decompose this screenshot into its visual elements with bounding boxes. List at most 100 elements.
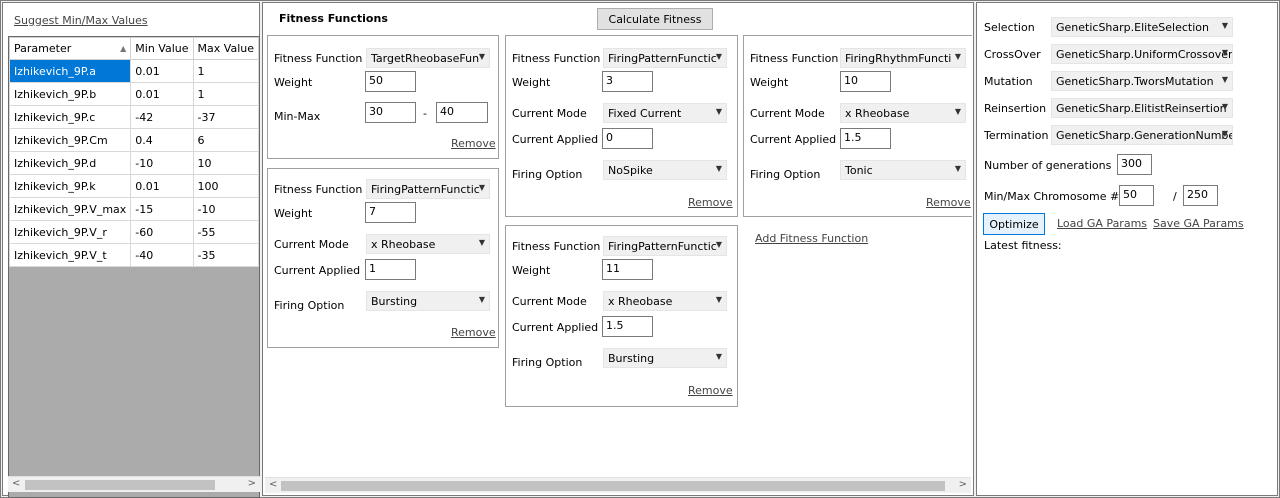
current-applied-input[interactable]: 0 [602, 128, 653, 149]
fitness-function-card-4: Fitness Function FiringPatternFunctic ▼ W… [505, 225, 738, 407]
current-applied-input[interactable]: 1 [365, 259, 416, 280]
current-applied-input[interactable]: 1.5 [840, 128, 891, 149]
fitness-function-value: FiringPatternFunctic [608, 240, 717, 253]
table-cell[interactable]: -35 [192, 243, 259, 267]
table-cell[interactable]: Izhikevich_9P.V_r [9, 220, 132, 244]
scroll-right-icon[interactable]: > [959, 479, 967, 490]
suggest-min-max-link[interactable]: Suggest Min/Max Values [14, 14, 148, 27]
table-cell[interactable]: -55 [192, 220, 259, 244]
table-cell[interactable]: -42 [130, 105, 194, 129]
table-row[interactable]: Izhikevich_9P.Cm 0.4 6 [9, 128, 259, 152]
table-cell[interactable]: 0.01 [130, 174, 194, 198]
table-cell[interactable]: Izhikevich_9P.V_t [9, 243, 132, 267]
optimize-button[interactable]: Optimize [983, 213, 1045, 235]
scrollbar-thumb[interactable] [281, 481, 945, 491]
firing-option-select[interactable]: Bursting ▼ [366, 291, 490, 311]
min-input[interactable]: 30 [365, 102, 416, 123]
column-header-parameter[interactable]: Parameter ▲ [9, 37, 132, 60]
scroll-right-icon[interactable]: > [248, 478, 256, 489]
calculate-fitness-button[interactable]: Calculate Fitness [597, 8, 713, 30]
remove-link[interactable]: Remove [451, 137, 496, 150]
add-fitness-function-link[interactable]: Add Fitness Function [755, 232, 868, 245]
table-row[interactable]: Izhikevich_9P.V_t -40 -35 [9, 243, 259, 267]
remove-link[interactable]: Remove [451, 326, 496, 339]
termination-select[interactable]: GeneticSharp.GenerationNumbe ▼ [1051, 125, 1233, 145]
parameter-grid[interactable]: Parameter ▲ Min Value Max Value Izhikevic… [8, 36, 260, 498]
table-cell[interactable]: -60 [130, 220, 194, 244]
grid-horizontal-scrollbar[interactable]: < > [8, 476, 260, 492]
table-row[interactable]: Izhikevich_9P.b 0.01 1 [9, 82, 259, 106]
column-header-min[interactable]: Min Value [130, 37, 194, 60]
firing-option-select[interactable]: Tonic ▼ [840, 160, 966, 180]
generations-label: Number of generations [984, 159, 1112, 172]
mutation-select[interactable]: GeneticSharp.TworsMutation ▼ [1051, 71, 1233, 91]
table-cell[interactable]: -10 [192, 197, 259, 221]
dropdown-arrow-icon: ▼ [1221, 48, 1228, 57]
scrollbar-thumb[interactable] [25, 480, 215, 490]
scroll-left-icon[interactable]: < [269, 479, 277, 490]
table-cell[interactable]: Izhikevich_9P.k [9, 174, 132, 198]
fitness-function-select[interactable]: TargetRheobaseFun ▼ [366, 48, 490, 68]
save-ga-params-link[interactable]: Save GA Params [1153, 217, 1244, 230]
chromosome-max-input[interactable]: 250 [1183, 185, 1218, 206]
table-cell[interactable]: 0.01 [130, 59, 194, 83]
firing-option-value: Bursting [608, 352, 655, 365]
table-row[interactable]: Izhikevich_9P.c -42 -37 [9, 105, 259, 129]
chromosome-min-input[interactable]: 50 [1119, 185, 1154, 206]
table-cell[interactable]: -10 [130, 151, 194, 175]
table-row[interactable]: Izhikevich_9P.k 0.01 100 [9, 174, 259, 198]
dropdown-arrow-icon: ▼ [715, 240, 722, 249]
current-mode-select[interactable]: x Rheobase ▼ [840, 103, 966, 123]
current-mode-select[interactable]: Fixed Current ▼ [603, 103, 727, 123]
selection-select[interactable]: GeneticSharp.EliteSelection ▼ [1051, 17, 1233, 37]
fitness-function-select[interactable]: FiringPatternFunctic ▼ [603, 236, 727, 256]
weight-input[interactable]: 3 [602, 71, 653, 92]
firing-option-select[interactable]: Bursting ▼ [603, 348, 727, 368]
fitness-function-select[interactable]: FiringPatternFunctic ▼ [603, 48, 727, 68]
table-cell[interactable]: Izhikevich_9P.d [9, 151, 132, 175]
max-input[interactable]: 40 [436, 102, 488, 123]
table-cell[interactable]: 100 [192, 174, 259, 198]
table-row[interactable]: Izhikevich_9P.d -10 10 [9, 151, 259, 175]
table-row[interactable]: Izhikevich_9P.V_r -60 -55 [9, 220, 259, 244]
remove-link[interactable]: Remove [688, 384, 733, 397]
table-cell[interactable]: -37 [192, 105, 259, 129]
firing-option-select[interactable]: NoSpike ▼ [603, 160, 727, 180]
table-cell[interactable]: Izhikevich_9P.b [9, 82, 132, 106]
table-cell[interactable]: 10 [192, 151, 259, 175]
load-ga-params-link[interactable]: Load GA Params [1057, 217, 1147, 230]
current-mode-select[interactable]: x Rheobase ▼ [603, 291, 727, 311]
weight-input[interactable]: 50 [365, 71, 416, 92]
selection-label: Selection [984, 21, 1035, 34]
table-cell[interactable]: 0.01 [130, 82, 194, 106]
table-cell[interactable]: Izhikevich_9P.c [9, 105, 132, 129]
table-cell[interactable]: 1 [192, 59, 259, 83]
scroll-left-icon[interactable]: < [12, 478, 20, 489]
remove-link[interactable]: Remove [688, 196, 733, 209]
table-cell[interactable]: 0.4 [130, 128, 194, 152]
weight-input[interactable]: 10 [840, 71, 891, 92]
table-cell[interactable]: 1 [192, 82, 259, 106]
table-cell[interactable]: -15 [130, 197, 194, 221]
table-cell[interactable]: -40 [130, 243, 194, 267]
table-cell[interactable]: 6 [192, 128, 259, 152]
table-row[interactable]: Izhikevich_9P.a 0.01 1 [9, 59, 259, 83]
generations-input[interactable]: 300 [1117, 154, 1152, 175]
current-applied-input[interactable]: 1.5 [602, 316, 653, 337]
table-cell[interactable]: Izhikevich_9P.a [9, 59, 132, 83]
table-row[interactable]: Izhikevich_9P.V_max -15 -10 [9, 197, 259, 221]
reinsertion-select[interactable]: GeneticSharp.ElitistReinsertion ▼ [1051, 98, 1233, 118]
weight-input[interactable]: 7 [365, 202, 416, 223]
crossover-select[interactable]: GeneticSharp.UniformCrossover ▼ [1051, 44, 1233, 64]
dropdown-arrow-icon: ▼ [478, 295, 485, 304]
remove-link[interactable]: Remove [926, 196, 971, 209]
fitness-function-select[interactable]: FiringPatternFunctic ▼ [366, 179, 490, 199]
fitness-horizontal-scrollbar[interactable]: < > [265, 477, 971, 493]
table-cell[interactable]: Izhikevich_9P.V_max [9, 197, 132, 221]
fitness-function-select[interactable]: FiringRhythmFuncti ▼ [840, 48, 966, 68]
column-header-max[interactable]: Max Value [192, 37, 259, 60]
table-cell[interactable]: Izhikevich_9P.Cm [9, 128, 132, 152]
weight-input[interactable]: 11 [602, 259, 653, 280]
current-mode-select[interactable]: x Rheobase ▼ [366, 234, 490, 254]
current-mode-label: Current Mode [274, 238, 349, 251]
